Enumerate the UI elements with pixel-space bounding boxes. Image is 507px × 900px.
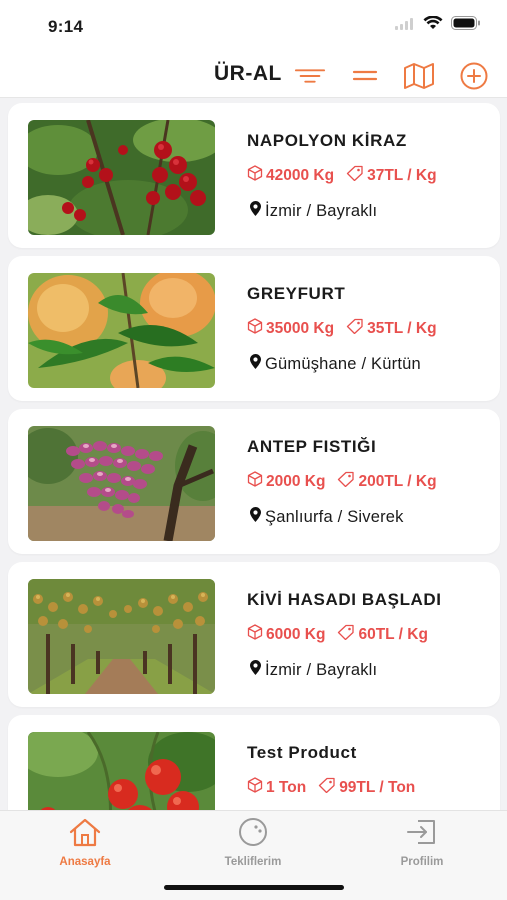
- cellular-signal-icon: [395, 17, 415, 35]
- pistachio-cluster-photo: [28, 426, 215, 541]
- product-quantity: 6000 Kg: [266, 625, 326, 643]
- product-card[interactable]: ANTEP FISTIĞI 2000 Kg 200TL / Kg Şanlıur…: [8, 409, 500, 554]
- product-title: ANTEP FISTIĞI: [247, 437, 377, 456]
- product-title: GREYFURT: [247, 284, 346, 303]
- home-icon: [67, 817, 103, 852]
- login-icon: [404, 817, 440, 852]
- product-title: NAPOLYON KİRAZ: [247, 131, 407, 150]
- filter-icon[interactable]: [294, 60, 326, 92]
- offers-icon: [235, 817, 271, 852]
- menu-icon[interactable]: [349, 60, 381, 92]
- add-circle-icon[interactable]: [458, 60, 490, 92]
- product-price: 37TL / Kg: [367, 166, 437, 184]
- tab-profilim[interactable]: Profilim: [367, 817, 477, 868]
- product-card[interactable]: KİVİ HASADI BAŞLADI 6000 Kg 60TL / Kg İz…: [8, 562, 500, 707]
- product-quantity: 42000 Kg: [266, 166, 335, 184]
- battery-icon: [451, 16, 481, 35]
- box-icon: [247, 471, 263, 492]
- price-tag-icon: [337, 471, 355, 492]
- product-card[interactable]: NAPOLYON KİRAZ 42000 Kg 37TL / Kg İzmir …: [8, 103, 500, 248]
- price-tag-icon: [337, 624, 355, 645]
- cherry-tree-photo: [28, 120, 215, 235]
- product-price: 200TL / Kg: [358, 472, 437, 490]
- location-pin-icon: [249, 506, 262, 528]
- location-pin-icon: [249, 353, 262, 375]
- header: ÜR-AL: [0, 54, 507, 98]
- box-icon: [247, 624, 263, 645]
- tomato-plant-photo: [28, 732, 215, 810]
- location-pin-icon: [249, 200, 262, 222]
- grapefruit-tree-photo: [28, 273, 215, 388]
- product-location: Gümüşhane / Kürtün: [265, 354, 421, 373]
- wifi-icon: [423, 15, 443, 35]
- tab-anasayfa[interactable]: Anasayfa: [30, 817, 140, 868]
- product-card[interactable]: Test Product 1 Ton 99TL / Ton: [8, 715, 500, 810]
- tab-tekliflerim[interactable]: Tekliflerim: [198, 817, 308, 868]
- product-quantity: 2000 Kg: [266, 472, 326, 490]
- box-icon: [247, 165, 263, 186]
- box-icon: [247, 318, 263, 339]
- tab-label: Tekliflerim: [224, 856, 282, 868]
- product-price: 99TL / Ton: [339, 778, 416, 796]
- tab-label: Profilim: [400, 856, 444, 868]
- product-location: İzmir / Bayraklı: [265, 660, 378, 679]
- product-quantity: 1 Ton: [266, 778, 307, 796]
- product-title: KİVİ HASADI BAŞLADI: [247, 590, 442, 609]
- product-price: 60TL / Kg: [358, 625, 428, 643]
- home-indicator: [164, 885, 344, 890]
- status-time: 9:14: [48, 17, 84, 36]
- location-pin-icon: [249, 659, 262, 681]
- product-location: İzmir / Bayraklı: [265, 201, 378, 220]
- product-quantity: 35000 Kg: [266, 319, 335, 337]
- price-tag-icon: [346, 165, 364, 186]
- status-bar: 9:14: [0, 0, 507, 54]
- product-list[interactable]: NAPOLYON KİRAZ 42000 Kg 37TL / Kg İzmir …: [0, 98, 507, 810]
- product-price: 35TL / Kg: [367, 319, 437, 337]
- tab-label: Anasayfa: [59, 856, 111, 868]
- kiwi-orchard-photo: [28, 579, 215, 694]
- price-tag-icon: [346, 318, 364, 339]
- map-icon[interactable]: [403, 60, 435, 92]
- box-icon: [247, 777, 263, 798]
- price-tag-icon: [318, 777, 336, 798]
- product-card[interactable]: GREYFURT 35000 Kg 35TL / Kg Gümüşhane / …: [8, 256, 500, 401]
- product-title: Test Product: [247, 743, 357, 762]
- product-location: Şanlıurfa / Siverek: [265, 507, 404, 526]
- app-title: ÜR-AL: [214, 62, 282, 85]
